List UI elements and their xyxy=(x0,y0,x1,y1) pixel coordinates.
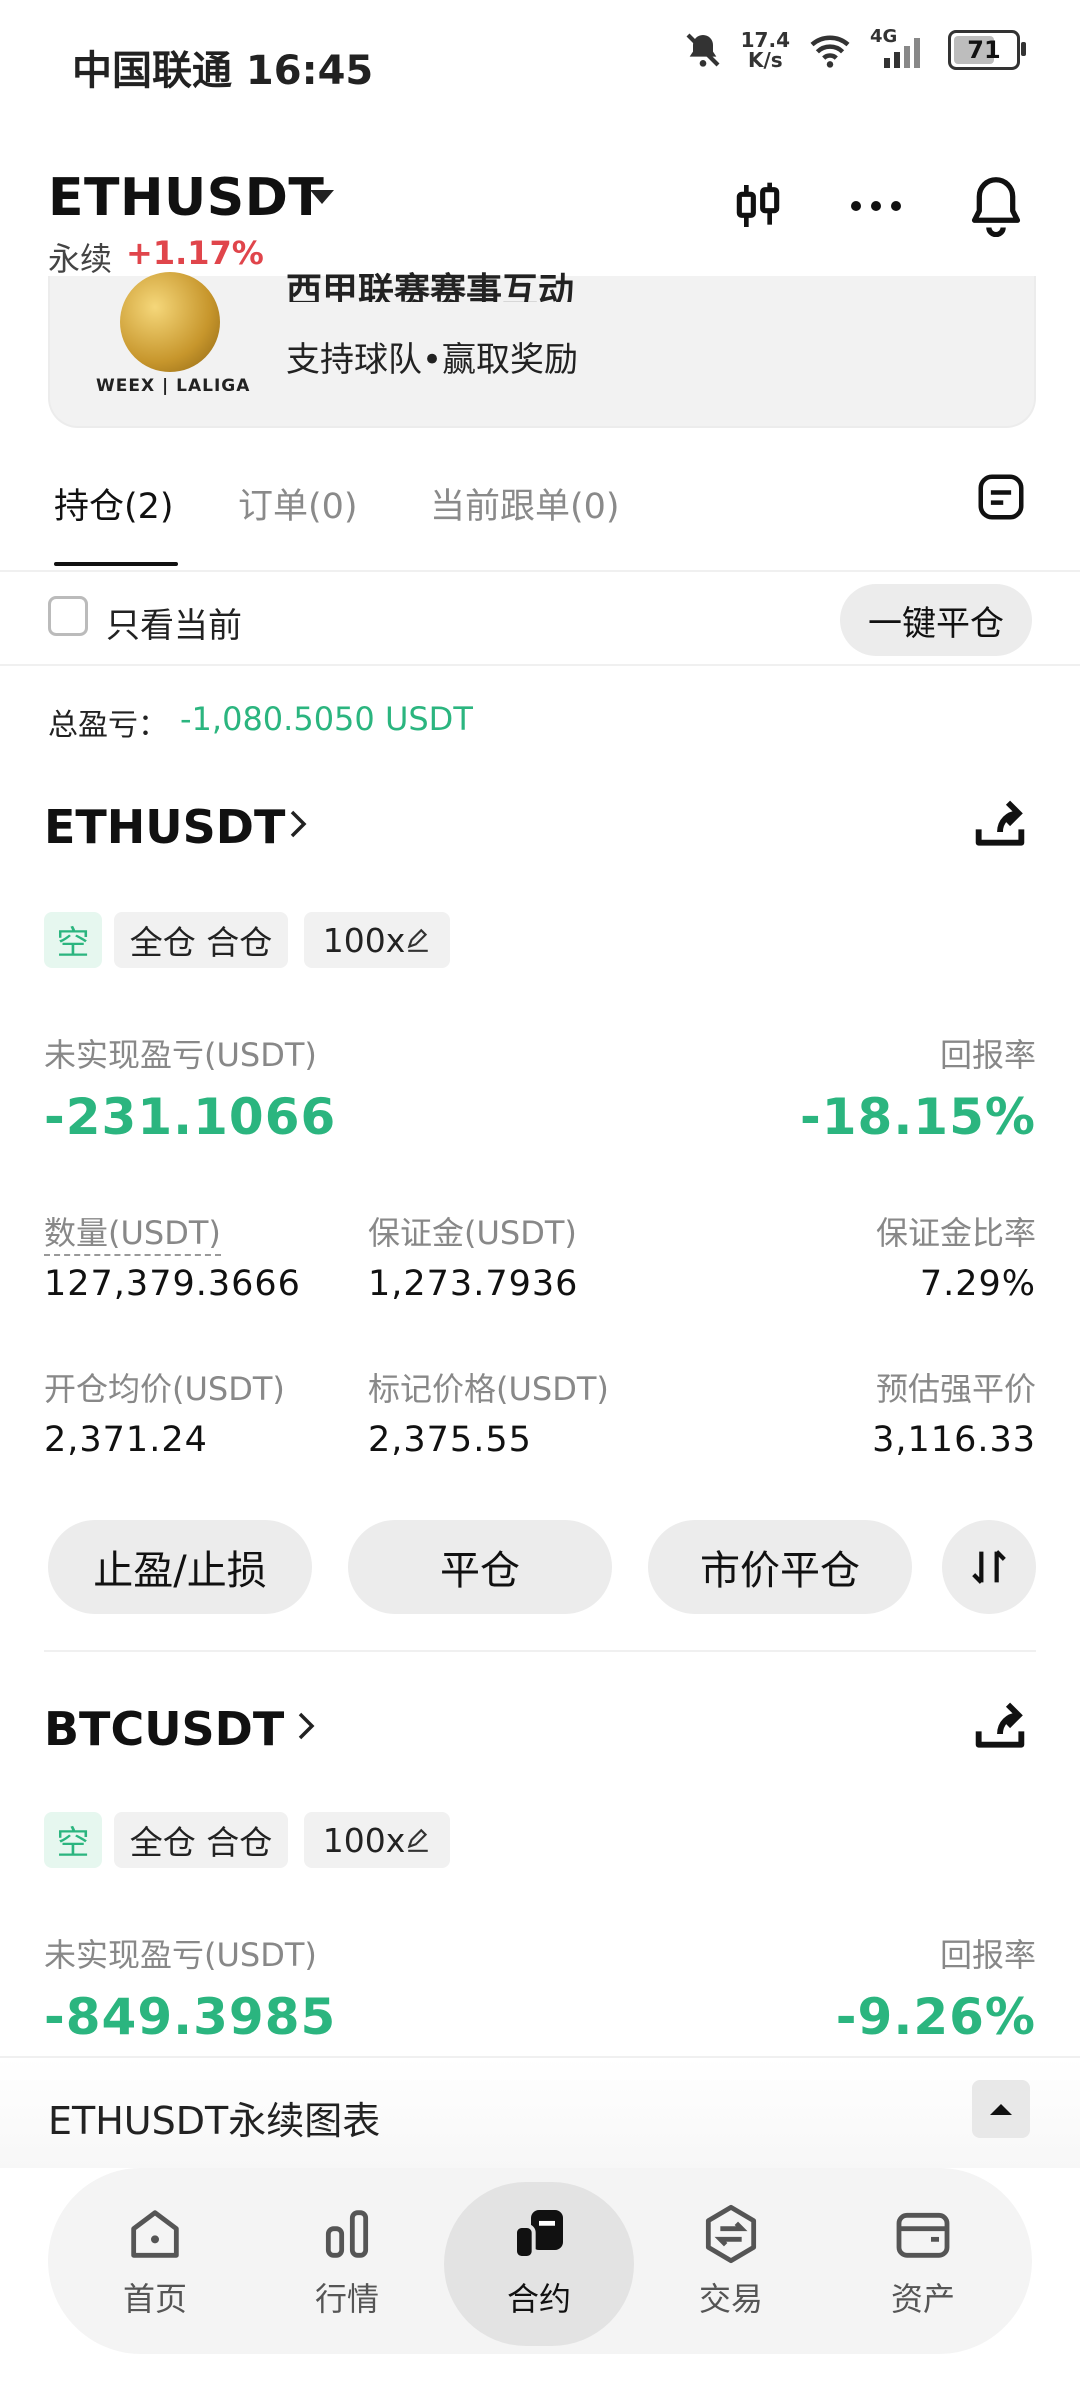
divider xyxy=(0,570,1080,572)
unrealized-pnl-label: 未实现盈亏(USDT) xyxy=(44,1036,317,1074)
leverage-tag[interactable]: 100x xyxy=(304,1812,450,1868)
liq-price-value: 3,116.33 xyxy=(872,1420,1036,1460)
total-pnl-label: 总盈亏： xyxy=(48,708,168,743)
status-icons: 17.4 K/s 4G 71 xyxy=(683,26,1026,72)
order-history-icon[interactable] xyxy=(974,470,1028,524)
margin-value: 1,273.7936 xyxy=(368,1264,579,1304)
nav-assets[interactable]: 资产 xyxy=(838,2168,1008,2354)
contract-type: 永续 xyxy=(48,240,113,278)
wifi-icon xyxy=(810,35,850,68)
close-all-button[interactable]: 一键平仓 xyxy=(840,584,1032,656)
weex-laliga-logo: WEEX | LALIGA xyxy=(96,376,251,396)
position-symbol[interactable]: BTCUSDT xyxy=(44,1702,284,1756)
reverse-position-button[interactable] xyxy=(942,1520,1036,1614)
entry-price-value: 2,371.24 xyxy=(44,1420,208,1460)
side-short-tag: 空 xyxy=(44,912,102,968)
contract-icon xyxy=(513,2210,563,2260)
margin-mode-tag[interactable]: 全仓 合仓 xyxy=(114,912,288,968)
close-position-button[interactable]: 平仓 xyxy=(348,1520,612,1614)
only-current-label: 只看当前 xyxy=(106,606,242,646)
nav-market[interactable]: 行情 xyxy=(262,2168,432,2354)
nav-trade[interactable]: 交易 xyxy=(646,2168,816,2354)
price-change: +1.17% xyxy=(126,234,264,272)
caret-up-icon xyxy=(990,2104,1012,2115)
nav-trade-label: 交易 xyxy=(698,2280,763,2318)
position-symbol[interactable]: ETHUSDT xyxy=(44,800,285,854)
roe-label: 回报率 xyxy=(939,1936,1036,1974)
mark-price-label: 标记价格(USDT) xyxy=(368,1370,609,1408)
nav-home-label: 首页 xyxy=(122,2280,187,2318)
unrealized-pnl-value: -231.1066 xyxy=(44,1088,337,1146)
candlestick-chart-icon[interactable] xyxy=(722,170,794,242)
notification-bell-icon[interactable] xyxy=(960,170,1032,242)
margin-mode-tag[interactable]: 全仓 合仓 xyxy=(114,1812,288,1868)
chart-drawer-title: ETHUSDT永续图表 xyxy=(48,2099,381,2143)
swap-arrows-icon xyxy=(972,1550,1006,1584)
more-dots-icon[interactable] xyxy=(840,170,912,242)
quantity-label[interactable]: 数量(USDT) xyxy=(44,1208,221,1256)
status-bar: 中国联通 16:45 17.4 K/s 4G 71 xyxy=(0,0,1080,130)
tab-positions[interactable]: 持仓(2) xyxy=(54,478,174,529)
symbol-selector[interactable]: ETHUSDT xyxy=(48,168,324,228)
share-icon[interactable] xyxy=(968,1694,1032,1762)
roe-value: -18.15% xyxy=(799,1088,1036,1146)
tab-copy-trades[interactable]: 当前跟单(0) xyxy=(430,478,620,529)
golden-football-image xyxy=(120,272,220,372)
market-close-button[interactable]: 市价平仓 xyxy=(648,1520,912,1614)
entry-price-label: 开仓均价(USDT) xyxy=(44,1370,285,1408)
net-speed: 17.4 K/s xyxy=(740,28,790,72)
only-current-checkbox[interactable] xyxy=(48,596,88,636)
margin-label: 保证金(USDT) xyxy=(368,1214,577,1252)
edit-pencil-icon xyxy=(407,1828,429,1852)
carrier-time: 中国联通 16:45 xyxy=(72,48,374,94)
chevron-right-icon[interactable] xyxy=(292,1706,320,1750)
share-icon[interactable] xyxy=(968,792,1032,860)
market-bars-icon xyxy=(325,2210,369,2258)
chart-expand-button[interactable] xyxy=(972,2080,1030,2138)
active-tab-indicator xyxy=(54,562,178,566)
banner-title: 西甲联赛赛事互动 xyxy=(286,271,575,302)
cell-signal-icon: 4G xyxy=(870,26,930,70)
nav-contract-label: 合约 xyxy=(506,2280,571,2318)
home-icon xyxy=(131,2210,179,2258)
roe-label: 回报率 xyxy=(939,1036,1036,1074)
tab-orders[interactable]: 订单(0) xyxy=(238,478,358,529)
leverage-tag[interactable]: 100x xyxy=(304,912,450,968)
side-short-tag: 空 xyxy=(44,1812,102,1868)
chevron-right-icon[interactable] xyxy=(284,804,312,848)
wallet-icon xyxy=(896,2212,950,2258)
nav-assets-label: 资产 xyxy=(890,2280,955,2318)
edit-pencil-icon xyxy=(407,928,429,952)
roe-value: -9.26% xyxy=(835,1988,1036,2046)
quantity-value: 127,379.3666 xyxy=(44,1264,301,1304)
nav-home[interactable]: 首页 xyxy=(70,2168,240,2354)
tp-sl-button[interactable]: 止盈/止损 xyxy=(48,1520,312,1614)
divider xyxy=(44,1650,1036,1652)
nav-contract[interactable]: 合约 xyxy=(454,2168,624,2354)
margin-ratio-value: 7.29% xyxy=(919,1264,1036,1304)
battery-icon: 71 xyxy=(948,30,1026,70)
unrealized-pnl-value: -849.3985 xyxy=(44,1988,337,2046)
divider xyxy=(0,664,1080,666)
trade-exchange-icon xyxy=(705,2204,757,2264)
unrealized-pnl-label: 未实现盈亏(USDT) xyxy=(44,1936,317,1974)
mute-bell-icon xyxy=(686,33,720,67)
liq-price-label: 预估强平价 xyxy=(875,1370,1036,1408)
caret-down-icon[interactable] xyxy=(310,190,334,204)
banner-subtitle: 支持球队•赢取奖励 xyxy=(286,340,579,380)
mark-price-value: 2,375.55 xyxy=(368,1420,532,1460)
total-pnl-value: -1,080.5050 USDT xyxy=(180,700,473,738)
margin-ratio-label: 保证金比率 xyxy=(875,1214,1036,1252)
nav-market-label: 行情 xyxy=(314,2280,379,2318)
